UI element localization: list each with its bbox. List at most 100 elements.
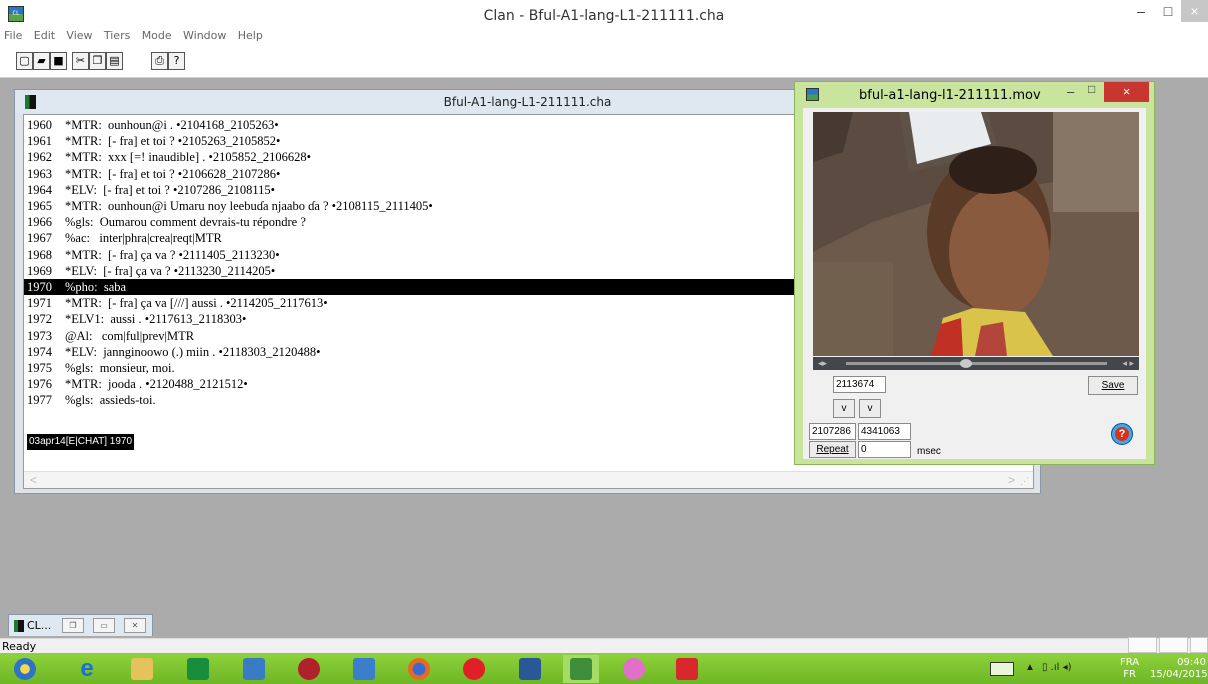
save-icon[interactable]: ■ (50, 52, 67, 70)
start-orb[interactable] (7, 655, 43, 683)
new-file-icon[interactable]: ▢ (16, 52, 33, 70)
menu-window[interactable]: Window (179, 28, 230, 44)
file-explorer-icon[interactable] (124, 655, 160, 683)
menu-view[interactable]: View (62, 28, 96, 44)
line-number: 1966 (27, 215, 52, 230)
repeat-button[interactable]: Repeat (809, 441, 856, 458)
show-hidden-icons-icon[interactable]: ▲ (1025, 662, 1035, 673)
scroll-left-arrow-icon[interactable]: < (30, 473, 37, 487)
child-window-label: CL... (27, 619, 52, 632)
step-forward-button[interactable]: v (859, 399, 881, 418)
transcript-line[interactable]: 1974 *ELV: jannginoowo (.) miin . •211830… (27, 344, 321, 360)
transcript-line[interactable]: 1969 *ELV: [- fra] ça va ? •2113230_21142… (27, 263, 275, 279)
status-pane (1128, 637, 1157, 653)
network-volume-icon[interactable]: ▯ .ıl ◂) (1042, 662, 1072, 673)
menu-edit[interactable]: Edit (30, 28, 59, 44)
step-back-button[interactable]: v (833, 399, 855, 418)
opera-icon[interactable] (456, 655, 492, 683)
restore-icon[interactable]: ❐ (62, 618, 84, 633)
line-number: 1967 (27, 231, 52, 246)
app-title: Clan - Bful-A1-lang-L1-211111.cha (483, 8, 725, 24)
menu-bar: File Edit View Tiers Mode Window Help (0, 28, 1208, 44)
line-number: 1975 (27, 361, 52, 375)
network-app-icon[interactable] (346, 655, 382, 683)
volume-icon[interactable]: ◂▸ (818, 357, 827, 370)
clan-icon[interactable] (563, 655, 599, 683)
system-tray: ▲ ▯ .ıl ◂) FRA FR 09:40 15/04/2015 (990, 654, 1208, 684)
step-icon[interactable]: ◂ ▸ (1122, 357, 1134, 370)
help-button[interactable]: ? (1111, 423, 1133, 445)
horizontal-scrollbar[interactable]: < > ⋰ (24, 471, 1033, 488)
transcript-line[interactable]: 1977 %gls: assieds-toi. (27, 392, 156, 408)
menu-help[interactable]: Help (234, 28, 267, 44)
remote-desktop-icon[interactable] (236, 655, 272, 683)
video-window: bful-a1-lang-l1-211111.mov – □ × ◂▸ ◂ ▸ … (794, 81, 1155, 465)
paint-icon[interactable] (616, 655, 652, 683)
line-number: 1960 (27, 118, 52, 132)
transcript-line[interactable]: 1968 *MTR: [- fra] ça va ? •2111405_21132… (27, 247, 280, 263)
save-button[interactable]: Save (1088, 376, 1138, 395)
line-text: *ELV: jannginoowo (.) miin . •2118303_21… (65, 344, 321, 359)
current-position-field[interactable]: 2113674 (833, 376, 886, 393)
repeat-count-field[interactable]: 0 (858, 441, 911, 458)
maximize-button[interactable]: □ (1155, 0, 1181, 22)
menu-mode[interactable]: Mode (138, 28, 176, 44)
media-app-icon[interactable] (291, 655, 327, 683)
transcript-line[interactable]: 1960 *MTR: ounhoun@i . •2104168_2105263• (27, 117, 279, 133)
language-bottom: FR (1123, 669, 1136, 680)
transcript-line[interactable]: 1967 %ac: inter|phra|crea|reqt|MTR (27, 230, 222, 246)
line-number: 1970 (27, 280, 52, 294)
video-maximize-button[interactable]: □ (1088, 82, 1102, 96)
line-number: 1977 (27, 393, 52, 408)
cut-icon[interactable]: ✂ (72, 52, 89, 70)
transcript-line[interactable]: 1972 *ELV1: aussi . •2117613_2118303• (27, 311, 246, 327)
playback-slider[interactable] (846, 362, 1107, 365)
transcript-line[interactable]: 1964 *ELV: [- fra] et toi ? •2107286_2108… (27, 182, 275, 198)
line-text: *ELV: [- fra] ça va ? •2113230_2114205• (65, 263, 276, 278)
line-number: 1965 (27, 199, 52, 213)
minimized-child-window[interactable]: CL... ❐ ▭ ✕ (8, 614, 153, 636)
close-button[interactable]: × (1181, 0, 1208, 22)
close-icon[interactable]: ✕ (124, 618, 146, 633)
transcript-line[interactable]: 1976 *MTR: jooda . •2120488_2121512• (27, 376, 248, 392)
clock[interactable]: 09:40 15/04/2015 (1150, 657, 1208, 681)
print-icon[interactable]: ⎙ (151, 52, 168, 70)
help-icon[interactable]: ? (168, 52, 185, 70)
scroll-right-arrow-icon[interactable]: > (1008, 473, 1015, 487)
child-window-icon (14, 620, 24, 632)
transcript-line[interactable]: 1975 %gls: monsieur, moi. (27, 360, 175, 376)
store-icon[interactable] (180, 655, 216, 683)
transcript-line[interactable]: 1965 *MTR: ounhoun@i Umaru noy leebuɗa nj… (27, 198, 433, 214)
copy-icon[interactable]: ❐ (89, 52, 106, 70)
start-time-field[interactable]: 2107286 (809, 423, 856, 440)
resize-grip-icon[interactable]: ⋰ (1020, 476, 1029, 487)
internet-explorer-icon[interactable]: e (69, 655, 105, 683)
minimize-button[interactable]: – (1127, 0, 1155, 22)
menu-file[interactable]: File (0, 28, 26, 44)
line-text: *MTR: ounhoun@i Umaru noy leebuɗa njaabo… (65, 199, 433, 213)
transcript-line[interactable]: 1971 *MTR: [- fra] ça va [///] aussi . •2… (27, 295, 328, 311)
transcript-line-selected[interactable]: 1970 %pho: saba (24, 279, 809, 295)
transcript-line[interactable]: 1963 *MTR: [- fra] et toi ? •2106628_2107… (27, 166, 280, 182)
menu-tiers[interactable]: Tiers (100, 28, 134, 44)
maximize-icon[interactable]: ▭ (93, 618, 115, 633)
keyboard-icon[interactable] (990, 662, 1014, 676)
transcript-line[interactable]: 1966 %gls: Oumarou comment devrais-tu rép… (27, 214, 306, 230)
video-close-button[interactable]: × (1104, 82, 1149, 102)
open-folder-icon[interactable]: ▰ (33, 52, 50, 70)
transcript-line[interactable]: 1961 *MTR: [- fra] et toi ? •2105263_2105… (27, 133, 280, 149)
playback-slider-knob[interactable] (960, 359, 973, 368)
acrobat-icon[interactable] (669, 655, 705, 683)
video-minimize-button[interactable]: – (1067, 84, 1081, 99)
word-icon[interactable] (512, 655, 548, 683)
transcript-line[interactable]: 1962 *MTR: xxx [=! inaudible] . •2105852_… (27, 149, 311, 165)
video-controls[interactable]: ◂▸ ◂ ▸ (813, 357, 1139, 370)
line-text: *MTR: xxx [=! inaudible] . •2105852_2106… (65, 150, 311, 165)
firefox-icon[interactable] (401, 655, 437, 683)
end-time-field[interactable]: 4341063 (858, 423, 911, 440)
language-indicator[interactable]: FRA FR (1120, 657, 1139, 681)
question-icon: ? (1115, 427, 1129, 441)
video-title: bful-a1-lang-l1-211111.mov (859, 88, 1041, 103)
paste-icon[interactable]: ▤ (106, 52, 123, 70)
transcript-line[interactable]: 1973 @Al: com|ful|prev|MTR (27, 328, 194, 344)
